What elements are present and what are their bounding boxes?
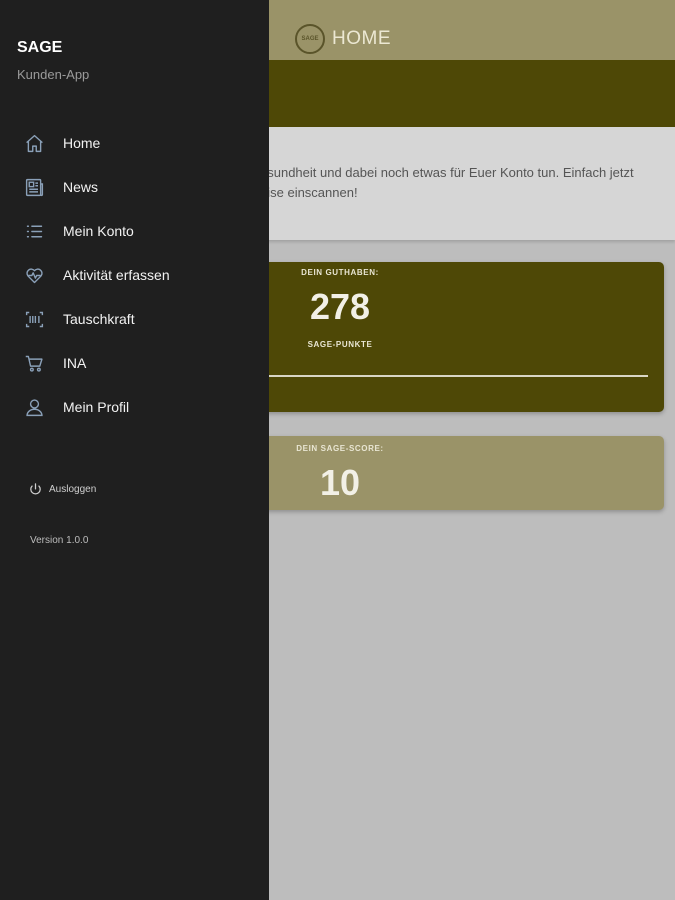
drawer-title: SAGE [17, 39, 63, 56]
nav-label-news: News [63, 179, 99, 195]
nav-label-home: Home [63, 135, 101, 151]
logout-button[interactable]: Ausloggen [28, 482, 96, 497]
nav-item-ina[interactable]: INA [0, 341, 269, 385]
nav-item-home[interactable]: Home [0, 121, 269, 165]
version-text: Version 1.0.0 [30, 535, 89, 546]
navigation-drawer: SAGE Kunden-App Home News Mein Konto Akt… [0, 0, 269, 900]
nav-item-news[interactable]: News [0, 165, 269, 209]
nav-label-mein-profil: Mein Profil [63, 399, 130, 415]
power-icon [28, 482, 43, 497]
nav-item-tauschkraft[interactable]: Tauschkraft [0, 297, 269, 341]
scan-icon [24, 309, 45, 330]
drawer-subtitle: Kunden-App [17, 67, 90, 82]
logout-label: Ausloggen [49, 484, 97, 495]
nav-label-tauschkraft: Tauschkraft [63, 311, 135, 327]
balance-value: 278 [309, 286, 371, 327]
score-value: 10 [319, 462, 361, 503]
balance-unit: SAGE-PUNKTE [307, 340, 373, 349]
score-card[interactable]: DEIN SAGE-SCORE: 10 [260, 436, 664, 510]
drawer-nav: Home News Mein Konto Aktivität erfassen … [0, 121, 269, 429]
nav-label-aktivitaet: Aktivität erfassen [63, 267, 170, 283]
nav-item-mein-profil[interactable]: Mein Profil [0, 385, 269, 429]
logo-text: SAGE [301, 36, 319, 42]
list-icon [24, 221, 45, 242]
nav-label-ina: INA [63, 355, 87, 371]
balance-label: DEIN GUTHABEN: [301, 268, 379, 277]
nav-item-aktivitaet[interactable]: Aktivität erfassen [0, 253, 269, 297]
person-icon [24, 397, 45, 418]
newspaper-icon [24, 177, 45, 198]
nav-item-mein-konto[interactable]: Mein Konto [0, 209, 269, 253]
heart-pulse-icon [24, 265, 45, 286]
sage-logo: SAGE [295, 24, 325, 54]
score-label: DEIN SAGE-SCORE: [296, 444, 384, 453]
cart-icon [24, 353, 45, 374]
balance-card[interactable]: DEIN GUTHABEN: 278 SAGE-PUNKTE [260, 262, 664, 412]
home-icon [24, 133, 45, 154]
page-title: HOME [332, 28, 391, 49]
balance-divider [268, 375, 648, 377]
nav-label-mein-konto: Mein Konto [63, 223, 134, 239]
